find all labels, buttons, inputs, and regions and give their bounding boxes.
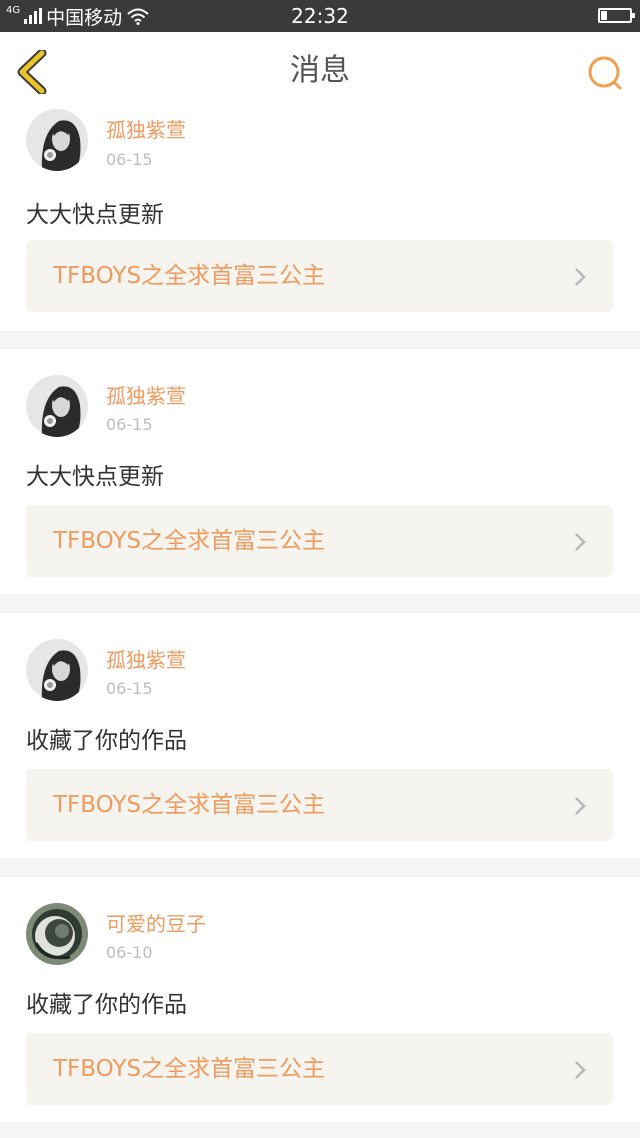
chevron-right-icon <box>575 1061 586 1079</box>
chevron-right-icon <box>575 533 586 551</box>
message-text: 大大快点更新 <box>26 464 164 490</box>
username[interactable]: 孤独紫萱 <box>106 644 186 673</box>
chevron-right-icon <box>575 268 586 286</box>
status-bar: 4G 中国移动 22:32 <box>0 0 640 32</box>
timestamp: 06-15 <box>106 415 153 434</box>
notification-card: 孤独紫萱 06-15 大大快点更新 TFBOYS之全求首富三公主 <box>0 349 640 594</box>
status-time: 22:32 <box>291 4 349 28</box>
username[interactable]: 孤独紫萱 <box>106 380 186 409</box>
search-icon <box>588 56 622 90</box>
username[interactable]: 孤独紫萱 <box>106 114 186 143</box>
avatar[interactable] <box>26 109 88 171</box>
search-button[interactable] <box>586 54 624 92</box>
avatar[interactable] <box>26 903 88 965</box>
work-link[interactable]: TFBOYS之全求首富三公主 <box>26 240 613 312</box>
work-title: TFBOYS之全求首富三公主 <box>53 1056 326 1082</box>
notification-card: 孤独紫萱 06-15 收藏了你的作品 TFBOYS之全求首富三公主 <box>0 613 640 858</box>
battery-level <box>601 11 607 20</box>
message-text: 收藏了你的作品 <box>26 992 187 1018</box>
avatar[interactable] <box>26 639 88 701</box>
timestamp: 06-10 <box>106 943 153 962</box>
battery-icon <box>598 8 635 23</box>
timestamp: 06-15 <box>106 150 153 169</box>
work-link[interactable]: TFBOYS之全求首富三公主 <box>26 505 613 577</box>
username[interactable]: 可爱的豆子 <box>106 908 206 937</box>
work-title: TFBOYS之全求首富三公主 <box>53 263 326 289</box>
message-text: 收藏了你的作品 <box>26 728 187 754</box>
message-text: 大大快点更新 <box>26 202 164 228</box>
timestamp: 06-15 <box>106 679 153 698</box>
work-title: TFBOYS之全求首富三公主 <box>53 528 326 554</box>
notification-card: 可爱的豆子 06-10 收藏了你的作品 TFBOYS之全求首富三公主 <box>0 877 640 1122</box>
work-link[interactable]: TFBOYS之全求首富三公主 <box>26 769 613 841</box>
chevron-right-icon <box>575 797 586 815</box>
avatar[interactable] <box>26 375 88 437</box>
work-title: TFBOYS之全求首富三公主 <box>53 792 326 818</box>
work-link[interactable]: TFBOYS之全求首富三公主 <box>26 1033 613 1105</box>
notification-card: 孤独紫萱 06-15 大大快点更新 TFBOYS之全求首富三公主 <box>0 94 640 331</box>
